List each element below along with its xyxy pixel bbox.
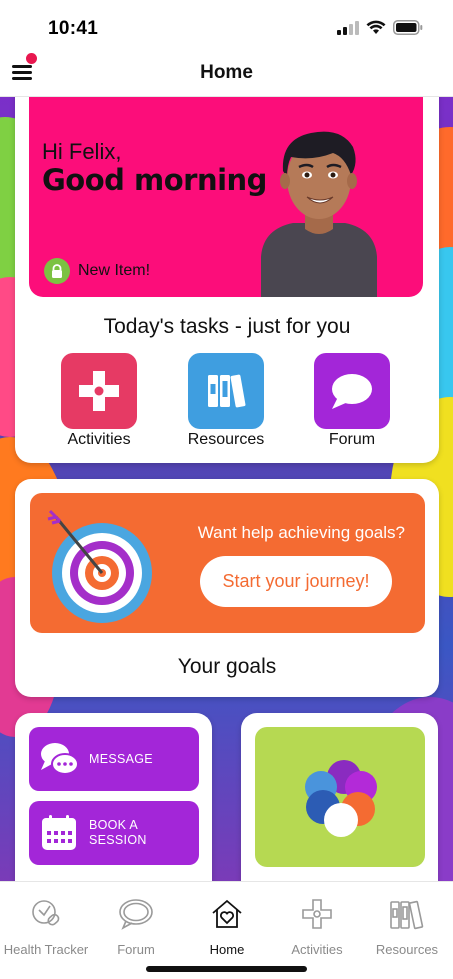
status-icons	[337, 20, 423, 35]
tasks-title: Today's tasks - just for you	[103, 315, 351, 338]
tab-resources[interactable]: Resources	[361, 896, 453, 957]
home-heart-icon	[181, 896, 273, 932]
task-label: Activities	[67, 431, 131, 448]
greeting-banner: Hi Felix, Good morning New Item!	[29, 97, 423, 297]
book-session-label: BOOK A SESSION	[89, 818, 147, 848]
activities-icon	[61, 353, 137, 429]
greeting-text: Hi Felix,	[42, 139, 122, 164]
target-icon	[47, 509, 152, 623]
book-session-line2: SESSION	[89, 833, 147, 847]
tab-label: Forum	[117, 942, 155, 957]
goals-card: Want help achieving goals? Start your jo…	[15, 479, 439, 697]
message-label: MESSAGE	[89, 752, 153, 767]
speech-bubble-icon	[314, 353, 390, 429]
calendar-icon	[29, 814, 89, 852]
new-item-label: New Item!	[78, 262, 151, 279]
message-button[interactable]: MESSAGE	[29, 727, 199, 791]
goals-banner: Want help achieving goals? Start your jo…	[30, 493, 425, 633]
tab-label: Health Tracker	[3, 942, 89, 957]
books-icon	[188, 353, 264, 429]
quick-actions-card: MESSAGE BOOK A SESSION	[15, 713, 212, 881]
cellular-signal-icon	[337, 20, 359, 35]
home-indicator	[146, 966, 307, 972]
tab-bar: Health Tracker Forum Home Activities Res…	[0, 881, 453, 979]
salutation-text: Good morning	[42, 163, 267, 197]
resources-icon	[361, 896, 453, 932]
task-forum[interactable]: Forum	[302, 353, 402, 449]
goals-title: Your goals	[177, 655, 277, 678]
new-item-badge[interactable]: New Item!	[44, 258, 150, 284]
forum-icon	[90, 896, 182, 932]
explore-card[interactable]	[241, 713, 438, 881]
task-label: Resources	[187, 431, 265, 448]
book-session-line1: BOOK A	[89, 818, 139, 832]
battery-icon	[393, 20, 423, 35]
tab-forum[interactable]: Forum	[90, 896, 182, 957]
book-session-button[interactable]: BOOK A SESSION	[29, 801, 199, 865]
tab-label: Activities	[291, 942, 343, 957]
color-circles-icon	[305, 760, 377, 837]
message-icon	[29, 740, 89, 778]
explore-tile[interactable]	[255, 727, 425, 867]
tab-home[interactable]: Home	[181, 896, 273, 957]
lock-icon	[44, 258, 70, 284]
tab-activities[interactable]: Activities	[271, 896, 363, 957]
tab-health-tracker[interactable]: Health Tracker	[0, 896, 92, 957]
message-label-line: MESSAGE	[89, 751, 153, 766]
status-bar: 10:41	[0, 0, 453, 50]
activities-icon	[271, 896, 363, 932]
task-resources[interactable]: Resources	[176, 353, 276, 449]
daily-tasks-card: Hi Felix, Good morning New Item! Today's…	[15, 97, 439, 463]
avatar	[261, 131, 377, 297]
tab-label: Home	[209, 942, 245, 957]
wifi-icon	[366, 20, 386, 34]
app-header: Home	[0, 50, 453, 97]
home-background: Hi Felix, Good morning New Item! Today's…	[0, 97, 453, 881]
goals-question: Want help achieving goals?	[197, 523, 405, 542]
status-time: 10:41	[48, 18, 99, 39]
tab-label: Resources	[375, 942, 439, 957]
task-activities[interactable]: Activities	[49, 353, 149, 449]
start-journey-button[interactable]: Start your journey!	[200, 556, 392, 607]
page-title: Home	[200, 62, 253, 83]
health-tracker-icon	[0, 896, 92, 932]
task-label: Forum	[328, 431, 376, 448]
